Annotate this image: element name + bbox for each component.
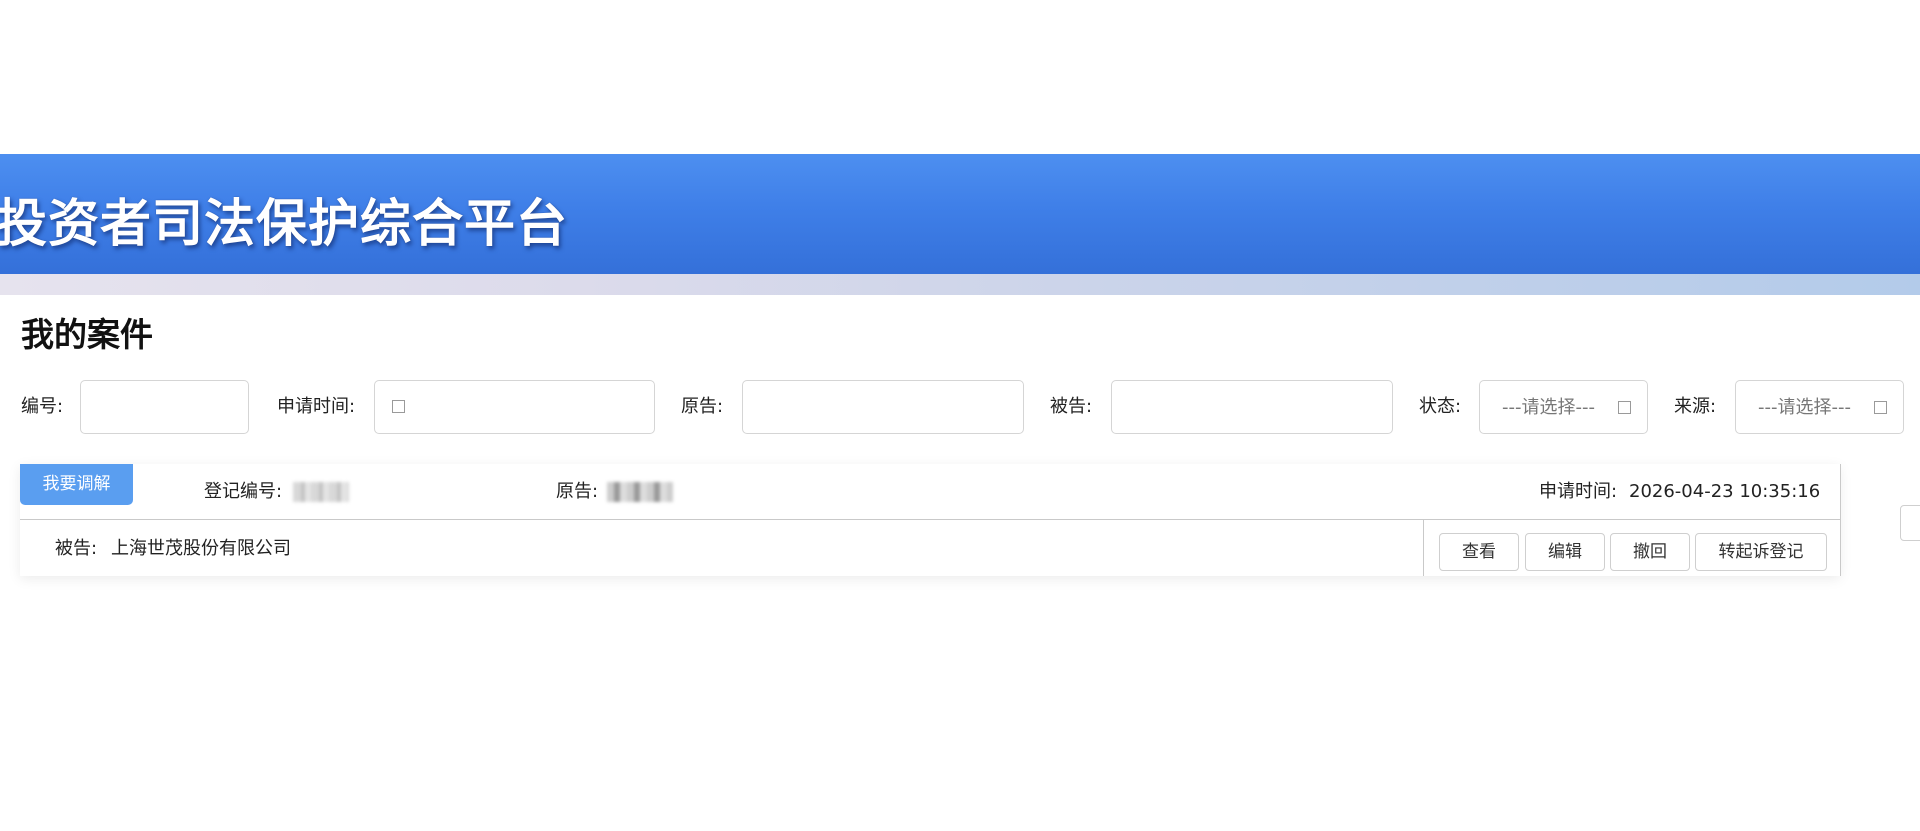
withdraw-button[interactable]: 撤回: [1610, 533, 1690, 571]
view-button[interactable]: 查看: [1439, 533, 1519, 571]
status-label: 状态:: [1419, 396, 1462, 417]
reg-no-label: 登记编号:: [204, 481, 283, 502]
defendant-input[interactable]: [1111, 380, 1393, 434]
status-select-value: ---请选择---: [1502, 397, 1595, 418]
scroll-side-button[interactable]: [1900, 505, 1920, 541]
dropdown-icon: [1618, 401, 1631, 414]
defendant-label: 被告:: [1050, 396, 1093, 417]
plaintiff-redacted: [607, 482, 673, 502]
source-select[interactable]: ---请选择---: [1735, 380, 1904, 434]
plaintiff-label: 原告:: [681, 396, 724, 417]
actions-divider: [1423, 520, 1424, 576]
defendant-value: 上海世茂股份有限公司: [111, 538, 291, 559]
source-select-value: ---请选择---: [1758, 397, 1851, 418]
calendar-icon: [392, 400, 405, 413]
banner-strip: [0, 274, 1920, 295]
source-label: 来源:: [1674, 396, 1717, 417]
defendant-label: 被告:: [55, 538, 98, 559]
card-right-border: [1840, 464, 1841, 576]
case-card: 我要调解 登记编号: 原告: 申请时间: 2026-04-23 10:35:16…: [20, 464, 1841, 576]
edit-button[interactable]: 编辑: [1525, 533, 1605, 571]
page-title: 我的案件: [21, 315, 153, 354]
apply-time-value: 2026-04-23 10:35:16: [1629, 481, 1821, 502]
header-banner: 投资者司法保护综合平台: [0, 154, 1920, 274]
number-input[interactable]: [80, 380, 249, 434]
number-label: 编号:: [21, 396, 64, 417]
status-select[interactable]: ---请选择---: [1479, 380, 1648, 434]
transfer-litigation-button[interactable]: 转起诉登记: [1695, 533, 1827, 571]
dropdown-icon: [1874, 401, 1887, 414]
plaintiff-label: 原告:: [556, 481, 599, 502]
reg-no-redacted: [293, 482, 349, 502]
apply-time-input[interactable]: [374, 380, 655, 434]
card-divider: [20, 519, 1840, 520]
plaintiff-input[interactable]: [742, 380, 1024, 434]
mediation-tag-button[interactable]: 我要调解: [20, 464, 133, 505]
platform-title: 投资者司法保护综合平台: [0, 195, 569, 254]
apply-time-label: 申请时间:: [1539, 481, 1618, 502]
apply-time-label: 申请时间:: [277, 396, 356, 417]
